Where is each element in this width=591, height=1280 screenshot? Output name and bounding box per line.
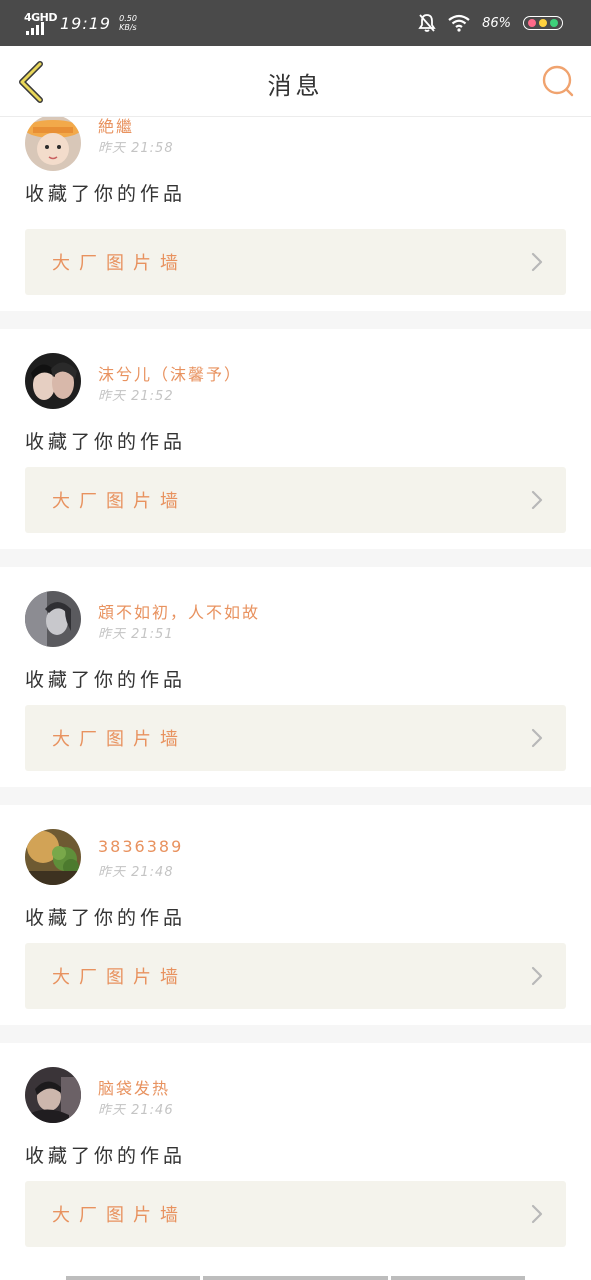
action-text: 收藏了你的作品	[25, 431, 187, 453]
bell-off-icon	[418, 14, 436, 32]
work-title: 大厂图片墙	[52, 729, 187, 750]
nav-indicator	[66, 1276, 200, 1280]
chevron-right-icon	[531, 966, 543, 986]
speed-unit: KB/s	[119, 23, 137, 32]
action-text: 收藏了你的作品	[25, 669, 187, 691]
notification-card: 顁不如初，人不如故 昨天 21:51 收藏了你的作品 大厂图片墙	[0, 567, 591, 787]
work-title: 大厂图片墙	[52, 1205, 187, 1226]
username[interactable]: 顁不如初，人不如故	[98, 599, 260, 623]
status-right: 86%	[418, 11, 563, 35]
work-link[interactable]: 大厂图片墙	[25, 943, 566, 1009]
work-link[interactable]: 大厂图片墙	[25, 1181, 566, 1247]
status-bar: 4GHD 19:19 0.50 KB/s 86%	[0, 0, 591, 46]
search-icon	[542, 65, 574, 97]
timestamp: 昨天 21:51	[98, 627, 174, 642]
work-link[interactable]: 大厂图片墙	[25, 229, 566, 295]
username[interactable]: 脑袋发热	[98, 1075, 170, 1099]
avatar[interactable]	[25, 829, 81, 885]
work-title: 大厂图片墙	[52, 491, 187, 512]
notification-card: 沫兮儿（沫馨予） 昨天 21:52 收藏了你的作品 大厂图片墙	[0, 329, 591, 549]
battery-icon	[523, 16, 563, 30]
chevron-right-icon	[531, 490, 543, 510]
chevron-right-icon	[531, 1204, 543, 1224]
username[interactable]: 絶繼	[98, 117, 134, 137]
avatar[interactable]	[25, 591, 81, 647]
avatar[interactable]	[25, 1067, 81, 1123]
avatar[interactable]	[25, 117, 81, 171]
timestamp: 昨天 21:48	[98, 865, 174, 880]
work-title: 大厂图片墙	[52, 253, 187, 274]
status-left: 4GHD 19:19 0.50 KB/s	[24, 10, 137, 36]
network-speed: 0.50 KB/s	[119, 14, 137, 32]
work-title: 大厂图片墙	[52, 967, 187, 988]
timestamp: 昨天 21:46	[98, 1103, 174, 1118]
notification-card: 脑袋发热 昨天 21:46 收藏了你的作品 大厂图片墙	[0, 1043, 591, 1280]
clock: 19:19	[60, 13, 112, 33]
work-link[interactable]: 大厂图片墙	[25, 467, 566, 533]
signal-icon: 4GHD	[24, 11, 58, 35]
username[interactable]: 3836389	[98, 837, 183, 856]
notification-card: 3836389 昨天 21:48 收藏了你的作品 大厂图片墙	[0, 805, 591, 1025]
notification-list[interactable]: 絶繼 昨天 21:58 收藏了你的作品 大厂图片墙 沫兮儿（沫馨予） 昨天 21…	[0, 117, 591, 1280]
header: 消息	[0, 46, 591, 117]
chevron-right-icon	[531, 728, 543, 748]
chevron-right-icon	[531, 252, 543, 272]
timestamp: 昨天 21:58	[98, 141, 174, 156]
work-link[interactable]: 大厂图片墙	[25, 705, 566, 771]
nav-indicator	[391, 1276, 525, 1280]
action-text: 收藏了你的作品	[25, 1145, 187, 1167]
avatar[interactable]	[25, 353, 81, 409]
action-text: 收藏了你的作品	[25, 183, 187, 205]
timestamp: 昨天 21:52	[98, 389, 174, 404]
nav-indicator	[203, 1276, 388, 1280]
search-button[interactable]	[541, 64, 575, 98]
page-title: 消息	[267, 72, 324, 100]
action-text: 收藏了你的作品	[25, 907, 187, 929]
speed-value: 0.50	[119, 14, 137, 23]
username[interactable]: 沫兮儿（沫馨予）	[98, 361, 242, 385]
notification-card: 絶繼 昨天 21:58 收藏了你的作品 大厂图片墙	[0, 117, 591, 311]
wifi-icon	[448, 14, 470, 32]
battery-percent: 86%	[482, 15, 511, 31]
